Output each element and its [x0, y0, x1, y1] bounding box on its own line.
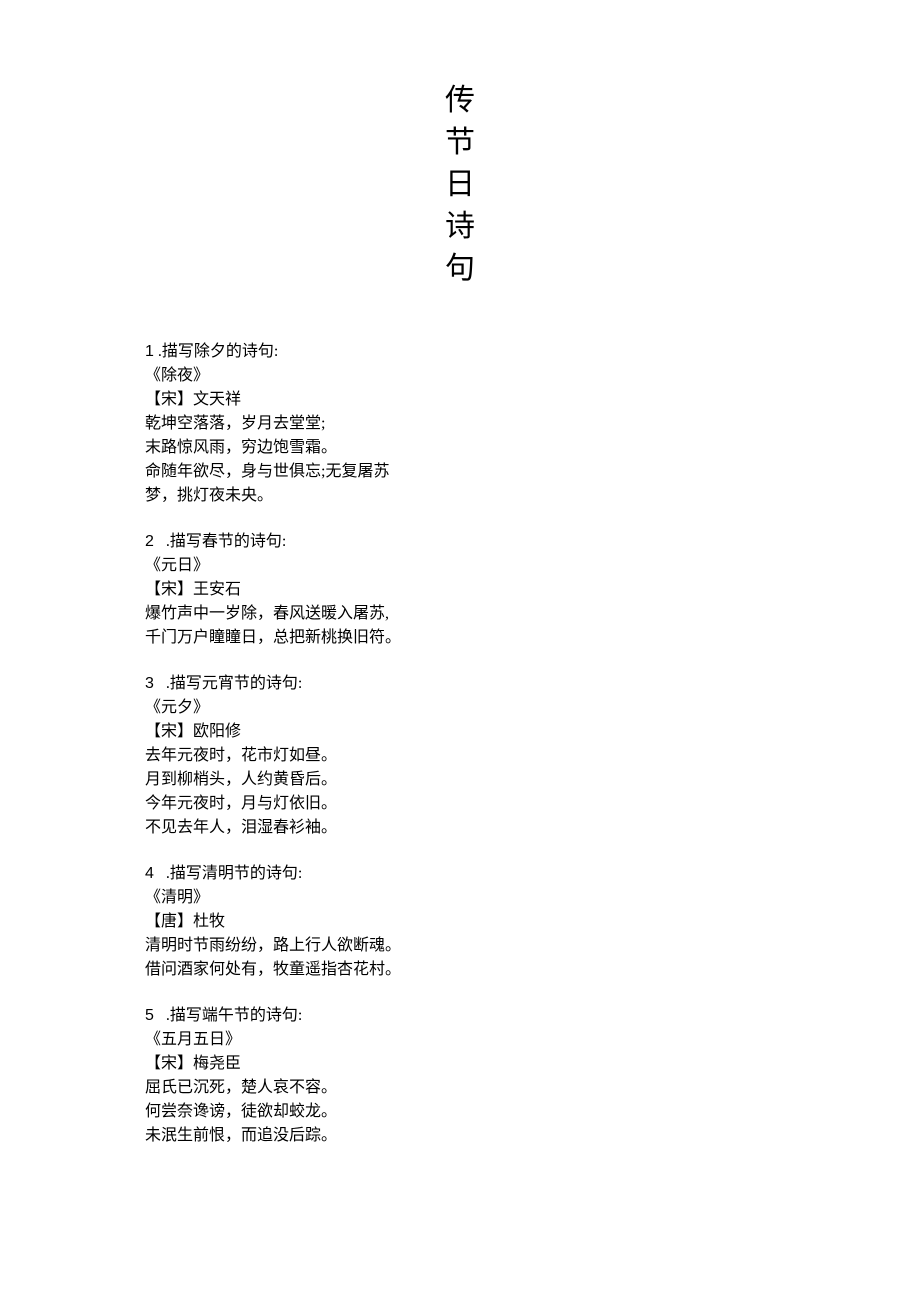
poem-line: 去年元夜时，花市灯如昼。: [145, 744, 765, 768]
poem-line: 《元日》: [145, 554, 765, 578]
section-heading: 3 .描写元宵节的诗句:: [145, 672, 765, 696]
poem-line: 【宋】梅尧臣: [145, 1052, 765, 1076]
poem-section: 4 .描写清明节的诗句:《清明》【唐】杜牧清明时节雨纷纷，路上行人欲断魂。借问酒…: [145, 862, 765, 982]
section-number: 2: [145, 533, 154, 550]
poem-line: 月到柳梢头，人约黄昏后。: [145, 768, 765, 792]
poem-line: 末路惊风雨，穷边饱雪霜。: [145, 436, 765, 460]
poem-line: 未泯生前恨，而追没后踪。: [145, 1124, 765, 1148]
section-number: 3: [145, 675, 154, 692]
title-char: 传: [0, 80, 920, 122]
poem-line: 爆竹声中一岁除，春风送暖入屠苏,: [145, 602, 765, 626]
poem-line: 何尝奈谗谤，徒欲却蛟龙。: [145, 1100, 765, 1124]
section-heading: 5 .描写端午节的诗句:: [145, 1004, 765, 1028]
section-heading-text: .描写元宵节的诗句:: [154, 675, 302, 692]
poem-line: 【宋】文天祥: [145, 388, 765, 412]
section-heading-text: .描写春节的诗句:: [154, 533, 286, 550]
section-heading-text: .描写端午节的诗句:: [154, 1007, 302, 1024]
poem-line: 命随年欲尽，身与世俱忘;无复屠苏: [145, 460, 765, 484]
poem-line: 梦，挑灯夜未央。: [145, 484, 765, 508]
poem-line: 《除夜》: [145, 364, 765, 388]
section-heading-text: .描写除夕的诗句:: [154, 343, 278, 360]
section-heading: 4 .描写清明节的诗句:: [145, 862, 765, 886]
section-heading-text: .描写清明节的诗句:: [154, 865, 302, 882]
section-number: 1: [145, 343, 154, 360]
poem-section: 5 .描写端午节的诗句:《五月五日》【宋】梅尧臣屈氏已沉死，楚人哀不容。何尝奈谗…: [145, 1004, 765, 1148]
poem-line: 不见去年人，泪湿春衫袖。: [145, 816, 765, 840]
poem-line: 【宋】欧阳修: [145, 720, 765, 744]
poem-line: 屈氏已沉死，楚人哀不容。: [145, 1076, 765, 1100]
poem-line: 【宋】王安石: [145, 578, 765, 602]
poem-line: 今年元夜时，月与灯依旧。: [145, 792, 765, 816]
poem-line: 《元夕》: [145, 696, 765, 720]
page-title: 传节日诗句: [0, 80, 920, 290]
section-number: 4: [145, 865, 154, 882]
poem-section: 3 .描写元宵节的诗句:《元夕》【宋】欧阳修去年元夜时，花市灯如昼。月到柳梢头，…: [145, 672, 765, 840]
poem-section: 2 .描写春节的诗句:《元日》【宋】王安石爆竹声中一岁除，春风送暖入屠苏,千门万…: [145, 530, 765, 650]
poem-section: 1 .描写除夕的诗句:《除夜》【宋】文天祥乾坤空落落，岁月去堂堂;末路惊风雨，穷…: [145, 340, 765, 508]
document-page: 传节日诗句 1 .描写除夕的诗句:《除夜》【宋】文天祥乾坤空落落，岁月去堂堂;末…: [0, 0, 920, 1230]
poem-line: 清明时节雨纷纷，路上行人欲断魂。: [145, 934, 765, 958]
section-heading: 1 .描写除夕的诗句:: [145, 340, 765, 364]
title-char: 句: [0, 248, 920, 290]
title-char: 日: [0, 164, 920, 206]
title-char: 节: [0, 122, 920, 164]
poem-line: 千门万户瞳瞳日，总把新桃换旧符。: [145, 626, 765, 650]
section-heading: 2 .描写春节的诗句:: [145, 530, 765, 554]
section-number: 5: [145, 1007, 154, 1024]
title-char: 诗: [0, 206, 920, 248]
poem-line: 乾坤空落落，岁月去堂堂;: [145, 412, 765, 436]
poem-line: 《五月五日》: [145, 1028, 765, 1052]
poem-line: 《清明》: [145, 886, 765, 910]
poem-line: 借问酒家何处有，牧童遥指杏花村。: [145, 958, 765, 982]
poem-line: 【唐】杜牧: [145, 910, 765, 934]
document-content: 1 .描写除夕的诗句:《除夜》【宋】文天祥乾坤空落落，岁月去堂堂;末路惊风雨，穷…: [145, 340, 765, 1148]
